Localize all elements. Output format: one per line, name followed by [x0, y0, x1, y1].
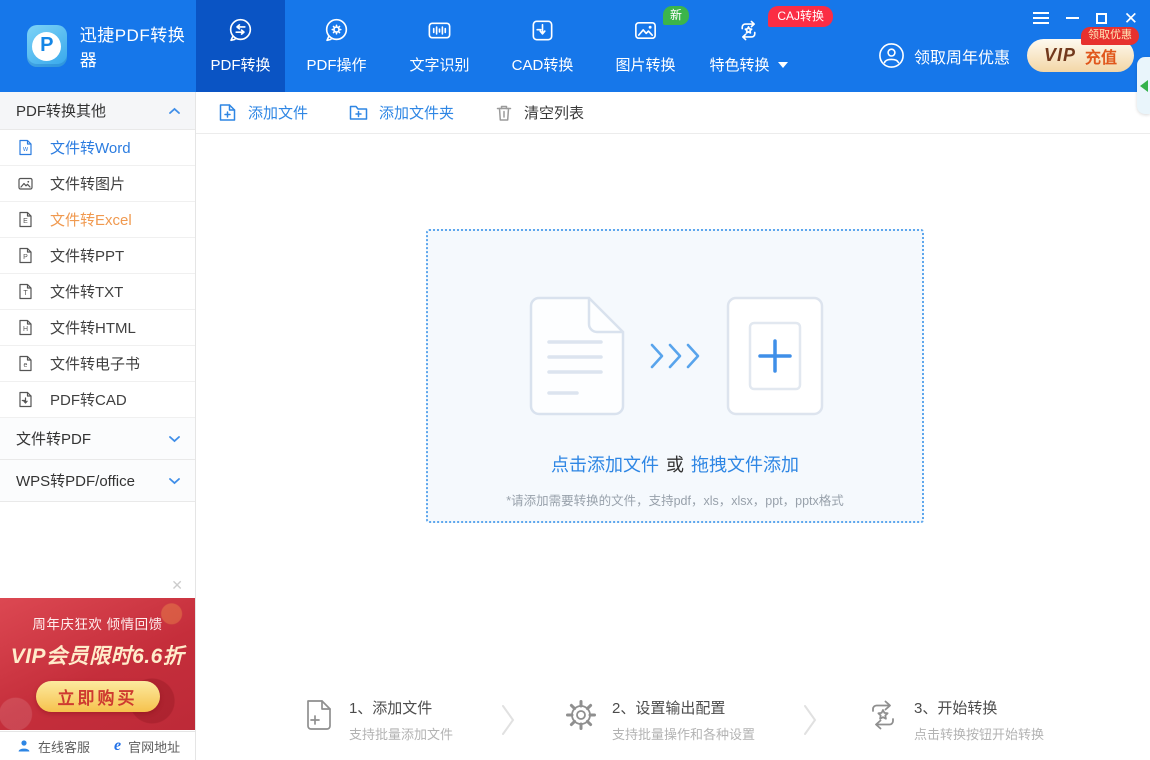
add-folder-icon — [348, 102, 369, 123]
pdf-convert-icon — [227, 17, 254, 44]
sidebar-group-file-to-pdf[interactable]: 文件转PDF — [0, 418, 195, 460]
window-controls: ✕ — [1033, 9, 1138, 27]
svg-text:H: H — [23, 326, 28, 333]
cad-icon — [529, 17, 556, 44]
header-right: 领取周年优惠 领取优惠 VIP 充值 — [878, 39, 1134, 72]
chevron-down-icon — [169, 477, 180, 485]
promo-banner[interactable]: 周年庆狂欢 倾情回馈 VIP会员限时6.6折 立即购买 — [0, 598, 195, 730]
clear-list-button[interactable]: 清空列表 — [494, 102, 584, 123]
step-convert-icon — [865, 697, 901, 733]
step-separator-icon — [501, 703, 515, 737]
tab-pdf-convert[interactable]: PDF转换 — [196, 0, 285, 92]
svg-text:E: E — [23, 218, 28, 225]
sidebar-item-file-to-html[interactable]: H 文件转HTML — [0, 310, 195, 346]
app-brand: P 迅捷PDF转换器 — [0, 0, 196, 92]
txt-doc-icon: T — [17, 283, 34, 300]
buy-now-button[interactable]: 立即购买 — [36, 681, 160, 712]
chevron-down-icon — [778, 62, 788, 68]
trash-icon — [494, 103, 514, 123]
svg-text:T: T — [23, 290, 28, 297]
add-folder-button[interactable]: 添加文件夹 — [348, 102, 454, 123]
html-doc-icon: H — [17, 319, 34, 336]
tab-cad-convert[interactable]: CAD转换 — [491, 0, 594, 92]
sidebar-item-file-to-word[interactable]: w 文件转Word — [0, 130, 195, 166]
drag-add-text: 拖拽文件添加 — [691, 455, 799, 475]
sidebar-group-pdf-other[interactable]: PDF转换其他 — [0, 92, 195, 130]
ebook-doc-icon: e — [17, 355, 34, 372]
chevrons-right-icon — [649, 342, 705, 370]
tab-image-convert[interactable]: 新 图片转换 — [594, 0, 697, 92]
vip-offer-badge: 领取优惠 — [1081, 27, 1139, 45]
app-window: P 迅捷PDF转换器 PDF转换 — [0, 0, 1150, 760]
sidebar: PDF转换其他 w 文件转Word 文件转图片 E 文件转Excel — [0, 92, 196, 760]
new-badge: 新 — [663, 6, 689, 25]
image-icon — [632, 17, 659, 44]
service-person-icon — [17, 739, 31, 753]
add-file-icon — [217, 102, 238, 123]
document-illustration-icon — [525, 295, 629, 417]
step-add-file: 1、添加文件 支持批量添加文件 — [302, 697, 453, 743]
tab-ocr[interactable]: 文字识别 — [388, 0, 491, 92]
chevron-left-icon — [1140, 80, 1148, 92]
svg-text:P: P — [23, 254, 28, 261]
step-start-convert: 3、开始转换 点击转换按钮开始转换 — [865, 697, 1044, 743]
word-doc-icon: w — [17, 139, 34, 156]
official-site-link[interactable]: e 官网地址 — [114, 737, 180, 756]
step-separator-icon — [803, 703, 817, 737]
minimize-icon[interactable] — [1066, 9, 1079, 27]
app-title: 迅捷PDF转换器 — [80, 21, 196, 71]
chevron-up-icon — [169, 107, 180, 115]
step-configure: 2、设置输出配置 支持批量操作和各种设置 — [563, 697, 755, 743]
dropzone-title: 点击添加文件 或 拖拽文件添加 — [428, 451, 922, 477]
ppt-doc-icon: P — [17, 247, 34, 264]
promo-close-icon[interactable]: ✕ — [171, 578, 183, 592]
ie-browser-icon: e — [114, 738, 121, 754]
vip-recharge-button[interactable]: 领取优惠 VIP 充值 — [1027, 39, 1134, 72]
anniversary-offer-link[interactable]: 领取周年优惠 — [878, 42, 1010, 69]
sidebar-item-file-to-txt[interactable]: T 文件转TXT — [0, 274, 195, 310]
sidebar-footer: 在线客服 e 官网地址 — [0, 731, 195, 760]
dropzone-illustration — [428, 295, 922, 417]
toolbar: 添加文件 添加文件夹 清空列表 — [196, 92, 1150, 134]
close-icon[interactable]: ✕ — [1124, 9, 1138, 27]
step-gear-icon — [563, 697, 599, 733]
add-file-illustration-icon — [725, 295, 825, 417]
excel-doc-icon: E — [17, 211, 34, 228]
step-add-file-icon — [302, 697, 336, 733]
tab-special-convert[interactable]: CAJ转换 特色转换 — [697, 0, 800, 92]
sidebar-item-file-to-ebook[interactable]: e 文件转电子书 — [0, 346, 195, 382]
menu-icon[interactable] — [1033, 9, 1049, 27]
side-panel-toggle[interactable] — [1137, 57, 1150, 114]
header: P 迅捷PDF转换器 PDF转换 — [0, 0, 1150, 92]
main-nav: PDF转换 PDF操作 文字识别 — [196, 0, 800, 92]
app-logo-icon: P — [27, 25, 67, 67]
tab-pdf-operate[interactable]: PDF操作 — [285, 0, 388, 92]
steps-guide: 1、添加文件 支持批量添加文件 2、设置输出配置 支持批量操作和各种设置 — [196, 697, 1150, 743]
chevron-down-icon — [169, 435, 180, 443]
maximize-icon[interactable] — [1096, 9, 1107, 27]
image-doc-icon — [17, 175, 34, 192]
sidebar-item-file-to-image[interactable]: 文件转图片 — [0, 166, 195, 202]
sidebar-item-pdf-to-cad[interactable]: PDF转CAD — [0, 382, 195, 418]
special-convert-icon — [735, 17, 762, 44]
caj-badge: CAJ转换 — [768, 6, 833, 27]
ocr-icon — [426, 17, 453, 44]
dropzone-hint: *请添加需要转换的文件，支持pdf，xls，xlsx，ppt，pptx格式 — [428, 490, 922, 509]
cad-doc-icon — [17, 391, 34, 408]
promo-line2: VIP会员限时6.6折 — [0, 640, 195, 670]
online-service-link[interactable]: 在线客服 — [17, 737, 90, 756]
file-dropzone[interactable]: 点击添加文件 或 拖拽文件添加 *请添加需要转换的文件，支持pdf，xls，xl… — [426, 229, 924, 523]
click-add-text: 点击添加文件 — [551, 455, 659, 475]
sidebar-item-file-to-excel[interactable]: E 文件转Excel — [0, 202, 195, 238]
svg-text:w: w — [22, 146, 29, 153]
pdf-operate-icon — [323, 17, 350, 44]
add-file-button[interactable]: 添加文件 — [217, 102, 308, 123]
sidebar-group-wps-to-pdf[interactable]: WPS转PDF/office — [0, 460, 195, 502]
user-icon — [878, 42, 905, 69]
sidebar-item-file-to-ppt[interactable]: P 文件转PPT — [0, 238, 195, 274]
svg-text:e: e — [24, 362, 28, 369]
promo-line1: 周年庆狂欢 倾情回馈 — [0, 598, 195, 633]
